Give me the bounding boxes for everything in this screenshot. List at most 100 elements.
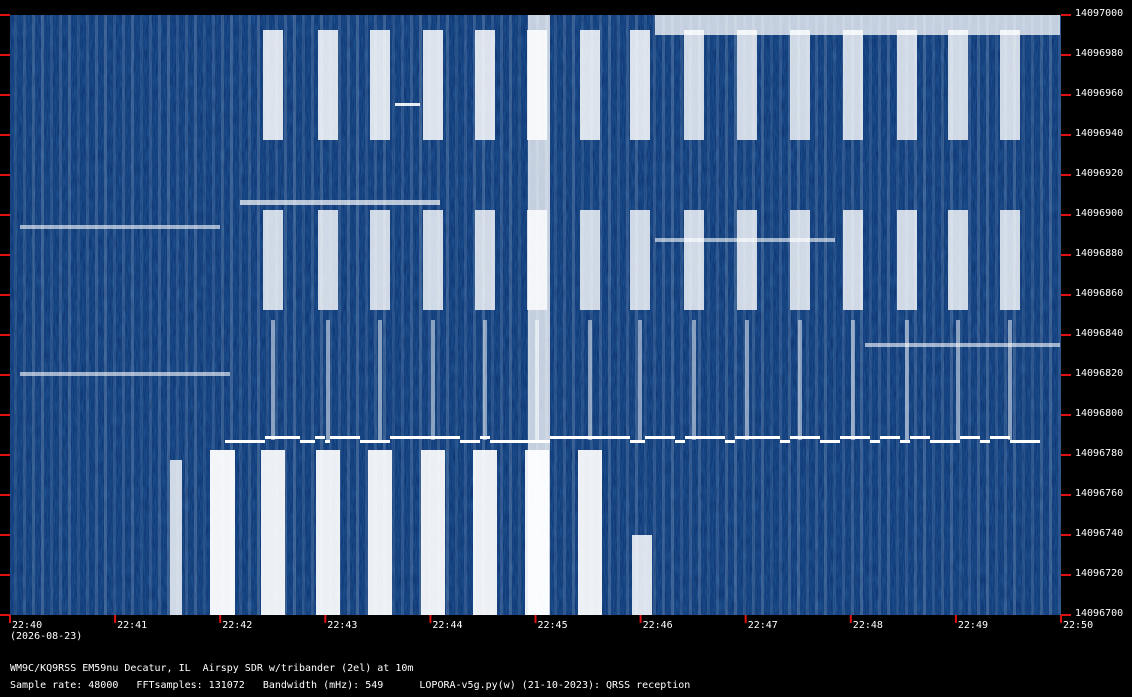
y-tick-label: 14096940 — [1075, 128, 1124, 139]
fsk-beacon-segment — [300, 440, 315, 443]
signal-block — [263, 30, 283, 140]
noise-streak — [815, 15, 818, 615]
signal-block — [684, 210, 704, 310]
noise-streak — [149, 15, 152, 615]
fsk-beacon-segment — [550, 436, 630, 439]
y-tick-label: 14096880 — [1075, 248, 1124, 259]
signal-trace — [20, 225, 220, 229]
noise-streak — [554, 15, 557, 615]
signal-block — [580, 30, 600, 140]
noise-streak — [716, 15, 719, 615]
signal-block — [790, 210, 810, 310]
noise-streak — [86, 15, 89, 615]
noise-streak — [977, 15, 980, 615]
noise-streak — [464, 15, 467, 615]
x-tick-label: 22:42 — [222, 620, 253, 631]
station-info: WM9C/KQ9RSS EM59nu Decatur, IL Airspy SD… — [10, 663, 414, 674]
y-tick-label: 14096700 — [1075, 608, 1124, 619]
signal-streak — [905, 320, 909, 440]
signal-streak — [271, 320, 275, 440]
fsk-beacon-segment — [685, 436, 725, 439]
signal-trace — [865, 343, 1060, 347]
signal-block — [475, 210, 495, 310]
fsk-beacon-segment — [980, 440, 990, 443]
signal-block — [263, 210, 283, 310]
noise-streak — [41, 15, 44, 615]
x-tick-label: 22:40 — [12, 620, 43, 631]
y-tick-label: 14096920 — [1075, 168, 1124, 179]
x-tick-label: 22:47 — [747, 620, 778, 631]
fsk-beacon-segment — [675, 440, 685, 443]
signal-streak — [431, 320, 435, 440]
noise-streak — [995, 15, 998, 615]
signal-block — [170, 460, 182, 615]
noise-streak — [824, 15, 827, 615]
fsk-beacon-segment — [490, 440, 550, 443]
signal-block — [790, 30, 810, 140]
noise-streak — [770, 15, 773, 615]
noise-streak — [725, 15, 728, 615]
noise-streak — [734, 15, 737, 615]
noise-streak — [446, 15, 449, 615]
fsk-beacon-segment — [325, 440, 330, 443]
noise-streak — [1040, 15, 1043, 615]
noise-streak — [572, 15, 575, 615]
noise-streak — [707, 15, 710, 615]
noise-streak — [14, 15, 17, 615]
signal-block — [1000, 30, 1020, 140]
noise-streak — [1049, 15, 1052, 615]
y-tick-label: 14096860 — [1075, 288, 1124, 299]
noise-streak — [356, 15, 359, 615]
fsk-beacon-segment — [360, 440, 390, 443]
noise-streak — [932, 15, 935, 615]
fsk-beacon-segment — [225, 440, 265, 443]
noise-streak — [77, 15, 80, 615]
reception-params: Sample rate: 48000 FFTsamples: 131072 Ba… — [10, 680, 691, 691]
noise-streak — [23, 15, 26, 615]
signal-block — [632, 535, 652, 615]
signal-block — [316, 450, 340, 615]
y-tick-label: 14096800 — [1075, 408, 1124, 419]
noise-streak — [878, 15, 881, 615]
signal-block — [473, 450, 497, 615]
signal-block — [948, 210, 968, 310]
signal-streak — [692, 320, 696, 440]
y-tick-label: 14096720 — [1075, 568, 1124, 579]
signal-block — [368, 450, 392, 615]
noise-streak — [1031, 15, 1034, 615]
x-tick-label: 22:48 — [852, 620, 883, 631]
signal-trace — [655, 238, 835, 242]
noise-streak — [257, 15, 260, 615]
noise-streak — [509, 15, 512, 615]
noise-streak — [68, 15, 71, 615]
signal-streak — [745, 320, 749, 440]
noise-streak — [563, 15, 566, 615]
signal-streak — [483, 320, 487, 440]
signal-block — [630, 30, 650, 140]
noise-streak — [1058, 15, 1061, 615]
noise-streak — [779, 15, 782, 615]
fsk-beacon-segment — [630, 440, 645, 443]
signal-block — [630, 210, 650, 310]
signal-streak — [378, 320, 382, 440]
noise-streak — [167, 15, 170, 615]
fsk-beacon-segment — [840, 436, 870, 439]
signal-block — [684, 30, 704, 140]
noise-streak — [671, 15, 674, 615]
noise-streak — [869, 15, 872, 615]
noise-streak — [500, 15, 503, 615]
y-tick-label: 14096960 — [1075, 88, 1124, 99]
y-tick-label: 14096840 — [1075, 328, 1124, 339]
y-tick-label: 14096980 — [1075, 48, 1124, 59]
noise-streak — [923, 15, 926, 615]
signal-block — [210, 450, 235, 615]
fsk-beacon-segment — [645, 436, 675, 439]
signal-block — [475, 30, 495, 140]
signal-carrier — [528, 15, 550, 615]
signal-block — [843, 30, 863, 140]
noise-streak — [347, 15, 350, 615]
signal-trace — [20, 372, 230, 376]
signal-streak — [1008, 320, 1012, 440]
noise-streak — [239, 15, 242, 615]
noise-streak — [608, 15, 611, 615]
